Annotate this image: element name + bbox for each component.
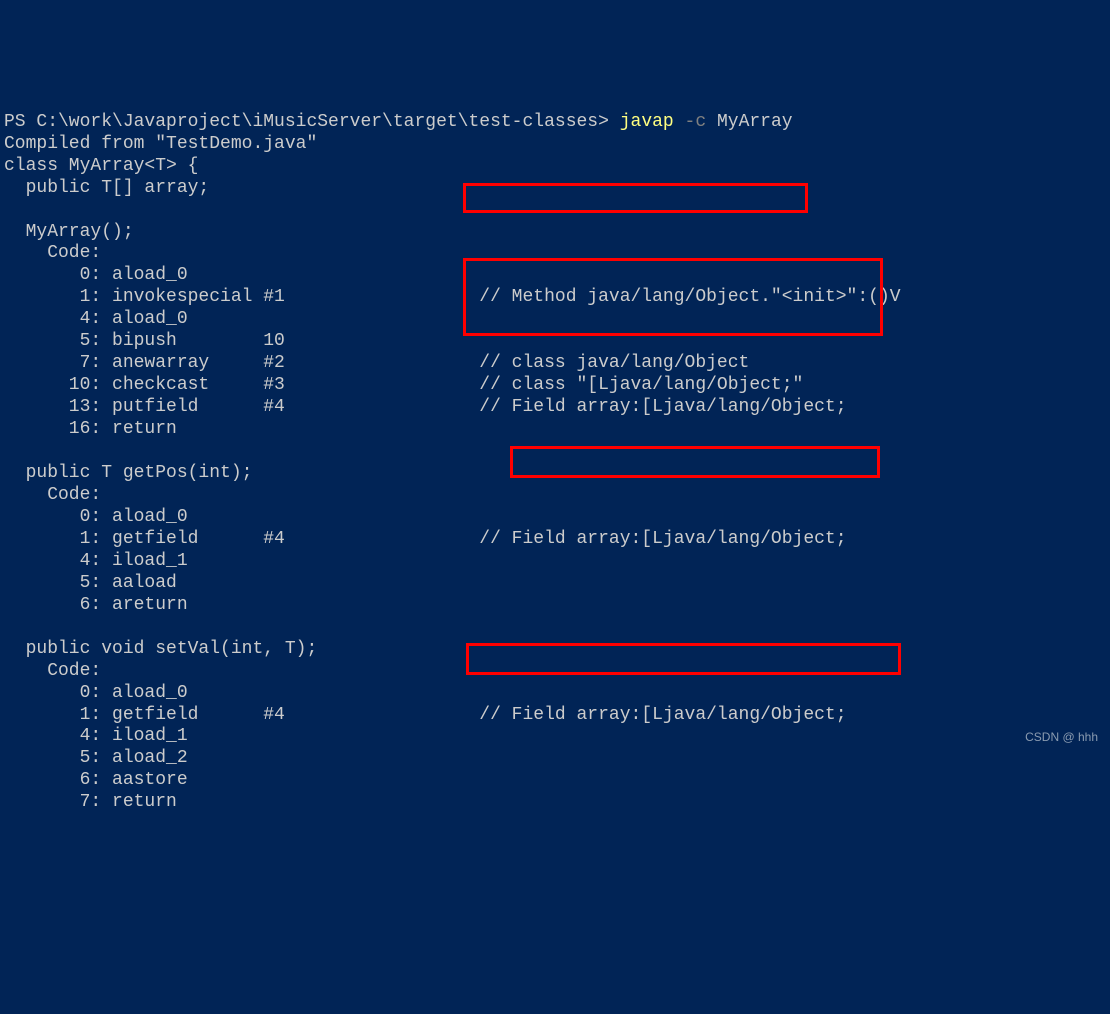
output-line: Code:	[4, 243, 101, 263]
output-line: Code:	[4, 485, 101, 505]
output-line: 5: bipush 10	[4, 331, 285, 351]
terminal-output: PS C:\work\Javaproject\iMusicServer\targ…	[0, 88, 1110, 816]
output-line: 4: iload_1	[4, 726, 188, 746]
output-line: 5: aload_2	[4, 748, 188, 768]
output-line: 7: return	[4, 792, 177, 812]
output-line: 7: anewarray #2 // class java/lang/Objec…	[4, 353, 749, 373]
output-line: 5: aaload	[4, 573, 177, 593]
output-line: Code:	[4, 661, 101, 681]
output-line: Compiled from "TestDemo.java"	[4, 134, 317, 154]
output-line: class MyArray<T> {	[4, 156, 198, 176]
output-line: public T[] array;	[4, 178, 209, 198]
output-line: 10: checkcast #3 // class "[Ljava/lang/O…	[4, 375, 803, 395]
output-line: 0: aload_0	[4, 507, 188, 527]
output-line: 0: aload_0	[4, 683, 188, 703]
watermark-text: CSDN @ hhh	[1025, 730, 1098, 745]
output-line: 1: invokespecial #1 // Method java/lang/…	[4, 287, 901, 307]
output-line: 1: getfield #4 // Field array:[Ljava/lan…	[4, 705, 847, 725]
output-line: 1: getfield #4 // Field array:[Ljava/lan…	[4, 529, 847, 549]
output-line: public T getPos(int);	[4, 463, 252, 483]
output-line: 6: aastore	[4, 770, 188, 790]
output-line: 16: return	[4, 419, 177, 439]
output-line: 4: aload_0	[4, 309, 188, 329]
output-line: 6: areturn	[4, 595, 188, 615]
command-name: javap	[620, 112, 674, 132]
output-line: 4: iload_1	[4, 551, 188, 571]
command-arg: MyArray	[717, 112, 793, 132]
output-line: 13: putfield #4 // Field array:[Ljava/la…	[4, 397, 847, 417]
output-line: 0: aload_0	[4, 265, 188, 285]
command-flag: -c	[685, 112, 707, 132]
output-line: MyArray();	[4, 222, 134, 242]
output-line: public void setVal(int, T);	[4, 639, 317, 659]
shell-prompt: PS C:\work\Javaproject\iMusicServer\targ…	[4, 112, 609, 132]
